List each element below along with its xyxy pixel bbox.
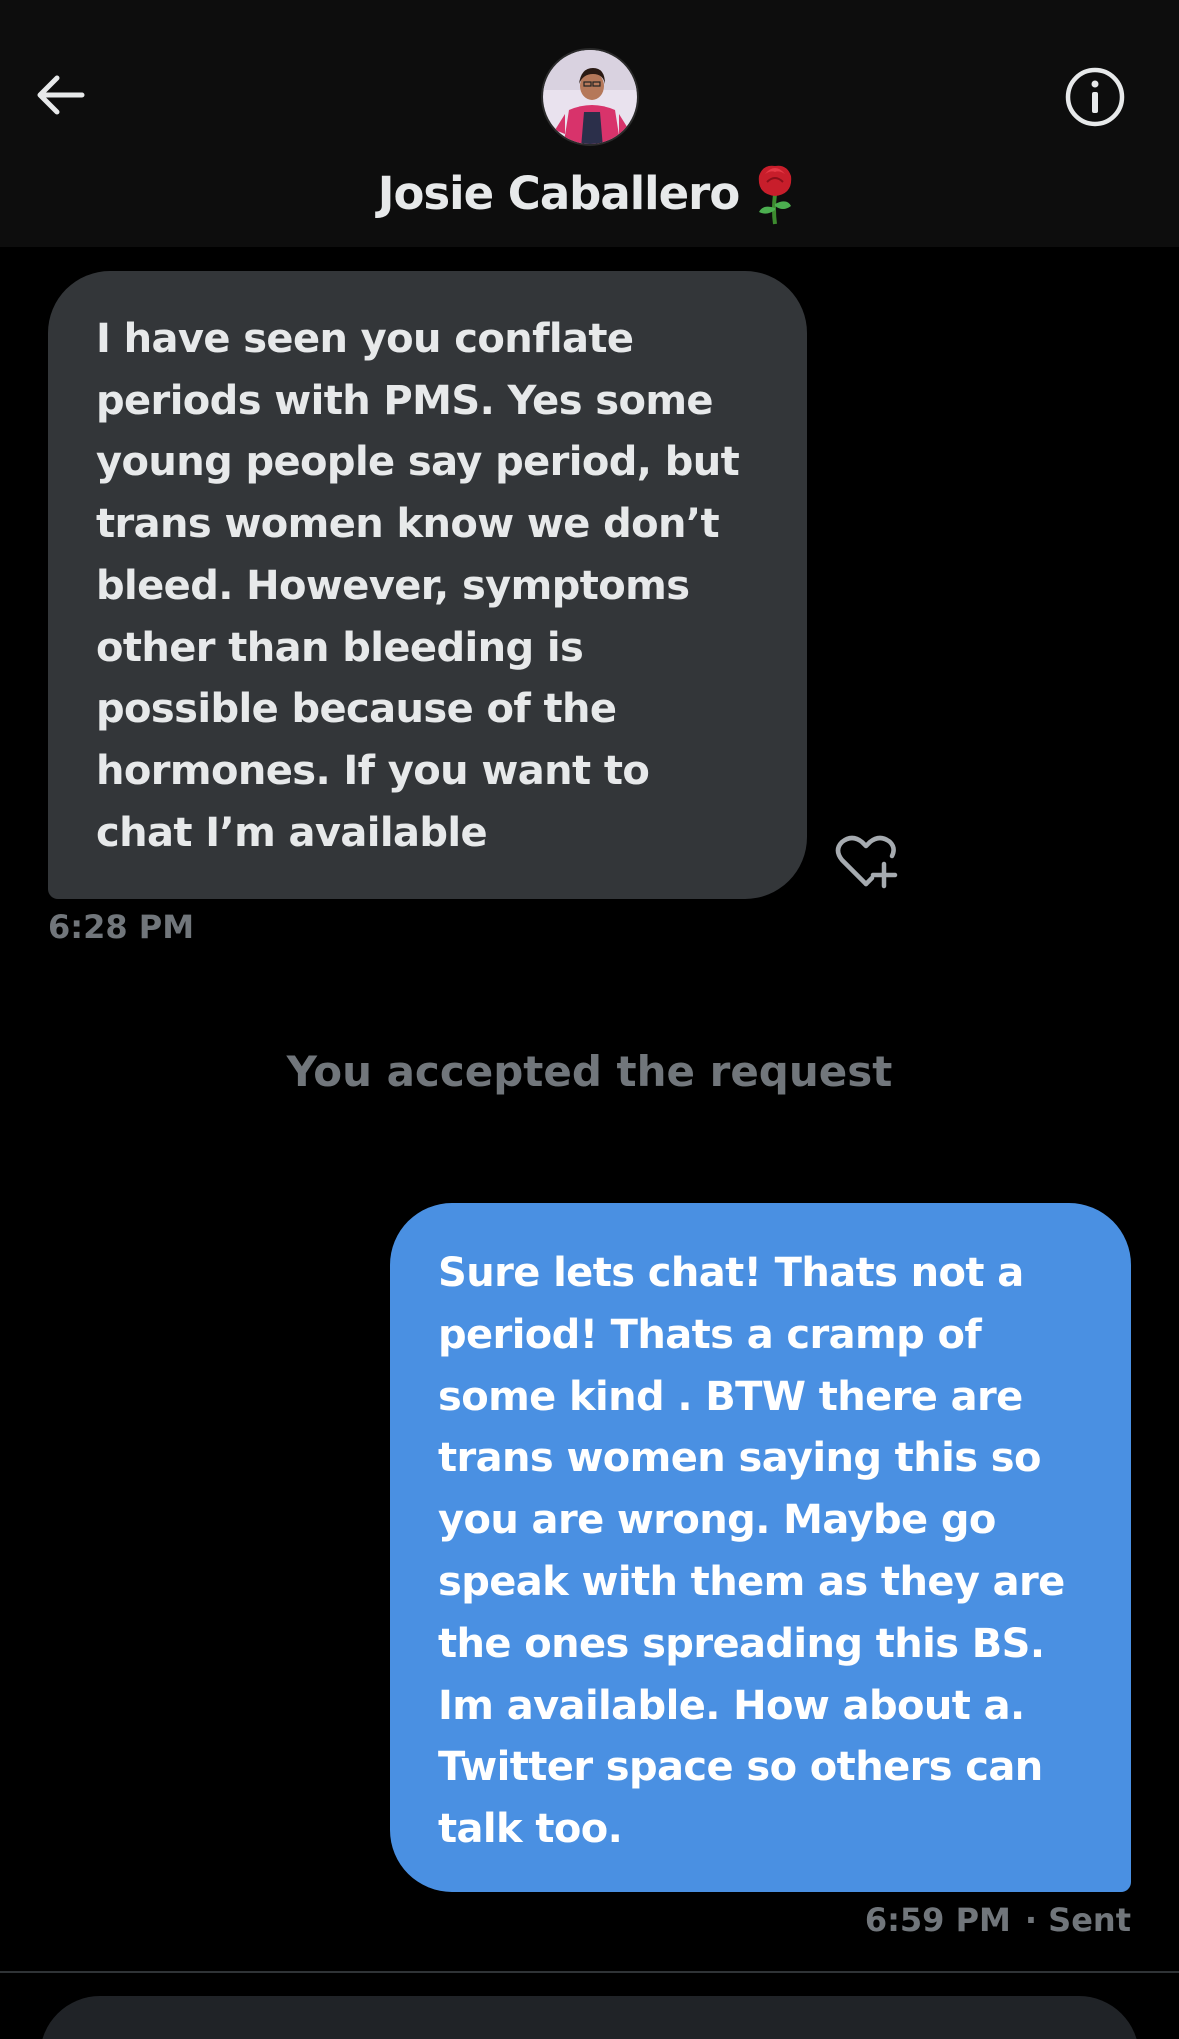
received-message-bubble[interactable]: I have seen you conflate periods with PM… xyxy=(48,271,807,899)
contact-name-text: Josie Caballero xyxy=(377,166,741,220)
request-accepted-note: You accepted the request xyxy=(286,1047,893,1096)
avatar-photo xyxy=(543,50,637,144)
info-circle-icon[interactable] xyxy=(1063,65,1127,129)
sent-message-bubble[interactable]: Sure lets chat! Thats not a period! That… xyxy=(390,1203,1131,1892)
rose-icon xyxy=(759,165,792,225)
dm-conversation-screen: Josie Caballero I have seen you conflate… xyxy=(0,0,1179,2039)
message-text: Sure lets chat! Thats not a period! That… xyxy=(438,1250,1065,1853)
delivery-status: · Sent xyxy=(1024,1901,1131,1939)
message-composer[interactable] xyxy=(40,1996,1139,2039)
message-timestamp: 6:28 PM xyxy=(48,908,195,946)
message-timestamp: 6:59 PM xyxy=(864,1901,1011,1939)
arrow-left-icon[interactable] xyxy=(30,70,90,120)
sent-message-meta: 6:59 PM · Sent xyxy=(865,1898,1131,1942)
message-text: I have seen you conflate periods with PM… xyxy=(96,316,740,856)
conversation-header: Josie Caballero xyxy=(0,0,1179,247)
heart-plus-icon[interactable] xyxy=(832,832,900,892)
avatar[interactable] xyxy=(541,48,639,146)
composer-divider xyxy=(0,1971,1179,1973)
contact-name[interactable]: Josie Caballero xyxy=(0,158,1179,228)
